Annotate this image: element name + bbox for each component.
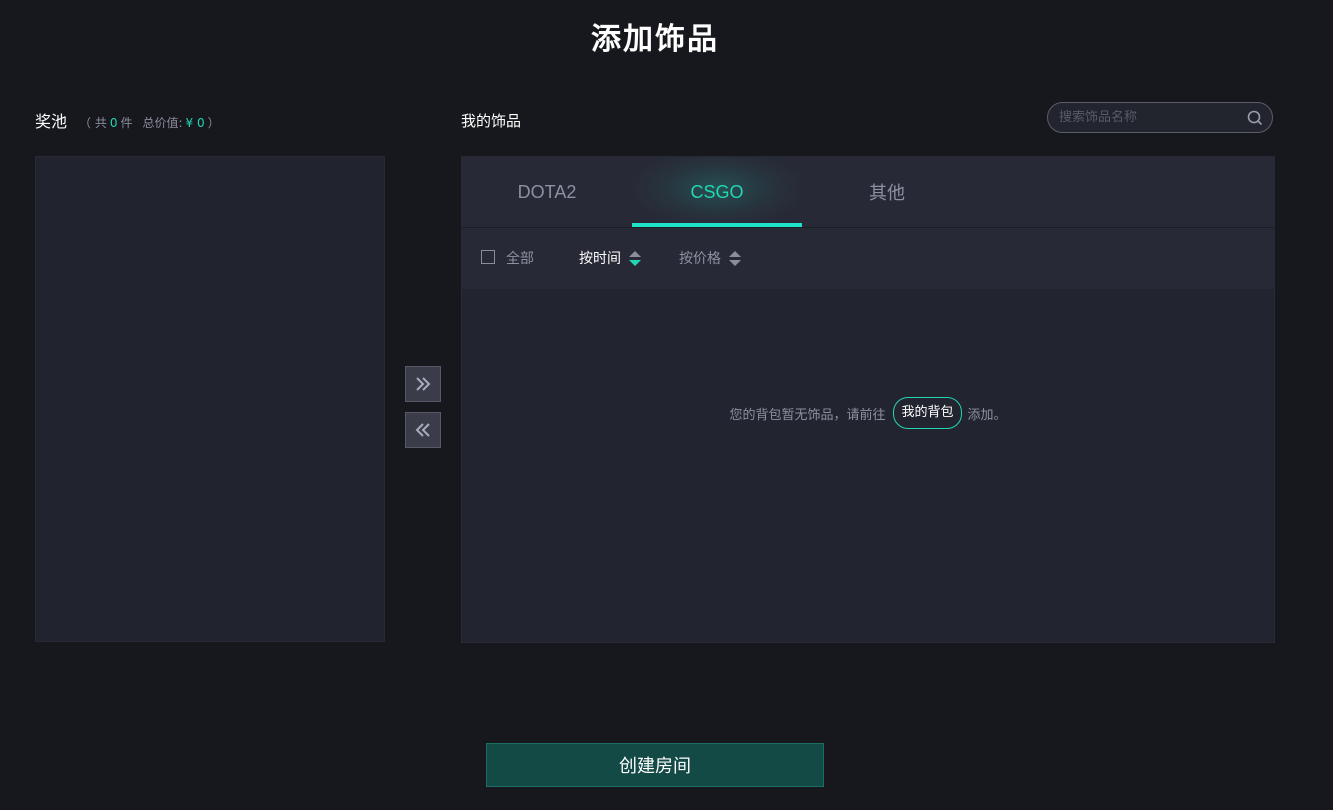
pool-meta-open: （ 共 bbox=[79, 116, 107, 130]
search-input[interactable] bbox=[1048, 109, 1241, 126]
add-to-pool-button[interactable] bbox=[405, 366, 441, 402]
pool-count: 0 bbox=[109, 116, 118, 130]
tab-dota2[interactable]: DOTA2 bbox=[462, 157, 632, 227]
tab-label: 其他 bbox=[869, 183, 905, 203]
pool-summary: （ 共 0 件总价值: ¥ 0） bbox=[79, 114, 220, 131]
pool-total-value: ¥ 0 bbox=[185, 116, 205, 130]
remove-from-pool-button[interactable] bbox=[405, 412, 441, 448]
pool-title: 奖池 bbox=[35, 112, 68, 131]
search-box bbox=[1047, 102, 1273, 133]
active-tab-indicator bbox=[632, 223, 802, 227]
sort-by-time[interactable]: 按时间 bbox=[579, 248, 641, 268]
pool-total-label: 总价值: bbox=[142, 116, 183, 130]
my-backpack-link[interactable]: 我的背包 bbox=[893, 397, 962, 429]
my-items-panel: DOTA2 CSGO 其他 全部 按时间 按价格 您的背包暂无饰品，请前往 我的… bbox=[461, 156, 1275, 643]
empty-prefix: 您的背包暂无饰品，请前往 bbox=[729, 407, 886, 423]
pool-meta-close: ） bbox=[207, 116, 220, 130]
empty-suffix: 添加。 bbox=[967, 407, 1007, 423]
pool-header: 奖池 （ 共 0 件总价值: ¥ 0） bbox=[35, 108, 220, 132]
sort-arrows-icon bbox=[729, 250, 741, 266]
sort-by-price[interactable]: 按价格 bbox=[679, 248, 741, 268]
add-items-page: 添加饰品 奖池 （ 共0件总价值:¥ 0） 我的饰品 DOTA2 bbox=[0, 0, 1333, 810]
sort-arrows-icon bbox=[629, 250, 641, 266]
empty-state-message: 您的背包暂无饰品，请前往 我的背包 添加。 bbox=[462, 397, 1274, 429]
double-chevron-right-icon bbox=[416, 377, 431, 391]
tab-other[interactable]: 其他 bbox=[802, 157, 972, 227]
my-items-title: 我的饰品 bbox=[461, 112, 522, 130]
game-tabs: DOTA2 CSGO 其他 bbox=[462, 157, 1274, 228]
tab-label: DOTA2 bbox=[517, 181, 577, 202]
create-room-button[interactable]: 创建房间 bbox=[486, 743, 824, 787]
double-chevron-left-icon bbox=[415, 423, 430, 437]
page-title: 添加饰品 bbox=[591, 22, 719, 57]
pool-panel bbox=[35, 156, 385, 642]
tab-label: CSGO bbox=[690, 181, 744, 202]
tab-csgo[interactable]: CSGO bbox=[632, 157, 802, 227]
filter-bar: 全部 按时间 按价格 bbox=[462, 228, 1274, 289]
search-icon[interactable] bbox=[1247, 110, 1263, 126]
sort-price-label: 按价格 bbox=[679, 251, 721, 267]
select-all-checkbox[interactable] bbox=[481, 250, 495, 264]
pool-count-unit: 件 bbox=[120, 116, 133, 130]
sort-time-label: 按时间 bbox=[579, 251, 621, 267]
select-all-label[interactable]: 全部 bbox=[506, 248, 534, 268]
